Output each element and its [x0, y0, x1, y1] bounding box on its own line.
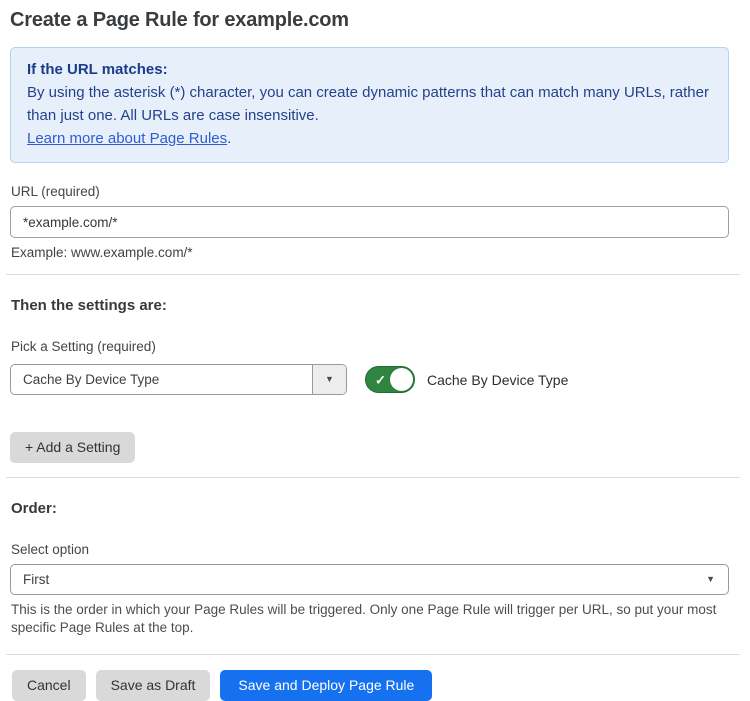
save-deploy-button[interactable]: Save and Deploy Page Rule [220, 670, 432, 701]
divider [6, 477, 740, 478]
order-select-arrow: ▼ [706, 565, 728, 594]
order-helper-text: This is the order in which your Page Rul… [11, 601, 729, 637]
check-icon: ✓ [375, 373, 386, 386]
setting-picker-row: Cache By Device Type ▼ ✓ Cache By Device… [10, 364, 729, 395]
setting-picker-arrow-button[interactable]: ▼ [312, 365, 346, 394]
divider [6, 274, 740, 275]
create-page-rule-form: Create a Page Rule for example.com If th… [0, 0, 750, 701]
url-label: URL (required) [11, 184, 729, 199]
chevron-down-icon: ▼ [706, 575, 715, 584]
link-period: . [227, 130, 231, 147]
order-select-label: Select option [11, 542, 729, 557]
url-input[interactable] [10, 206, 729, 238]
cancel-button[interactable]: Cancel [12, 670, 86, 701]
setting-toggle[interactable]: ✓ [365, 366, 415, 393]
divider [6, 654, 740, 655]
toggle-knob [390, 368, 413, 391]
order-select-value: First [11, 565, 706, 594]
save-draft-button[interactable]: Save as Draft [96, 670, 211, 701]
setting-picker-label: Pick a Setting (required) [11, 339, 729, 354]
setting-toggle-label: Cache By Device Type [427, 372, 568, 388]
order-select[interactable]: First ▼ [10, 564, 729, 595]
page-title: Create a Page Rule for example.com [10, 9, 729, 32]
order-section-heading: Order: [11, 500, 729, 517]
footer-actions: Cancel Save as Draft Save and Deploy Pag… [12, 670, 729, 701]
url-match-info-box: If the URL matches: By using the asteris… [10, 47, 729, 163]
learn-more-link[interactable]: Learn more about Page Rules [27, 130, 227, 147]
info-box-heading: If the URL matches: [27, 58, 712, 81]
url-example-helper: Example: www.example.com/* [11, 245, 729, 260]
settings-section-heading: Then the settings are: [11, 297, 729, 314]
setting-picker-value: Cache By Device Type [11, 365, 312, 394]
add-setting-button[interactable]: + Add a Setting [10, 432, 135, 463]
info-box-link-line: Learn more about Page Rules. [27, 127, 712, 150]
chevron-down-icon: ▼ [325, 375, 334, 384]
info-box-body: By using the asterisk (*) character, you… [27, 81, 712, 127]
setting-picker-select[interactable]: Cache By Device Type ▼ [10, 364, 347, 395]
